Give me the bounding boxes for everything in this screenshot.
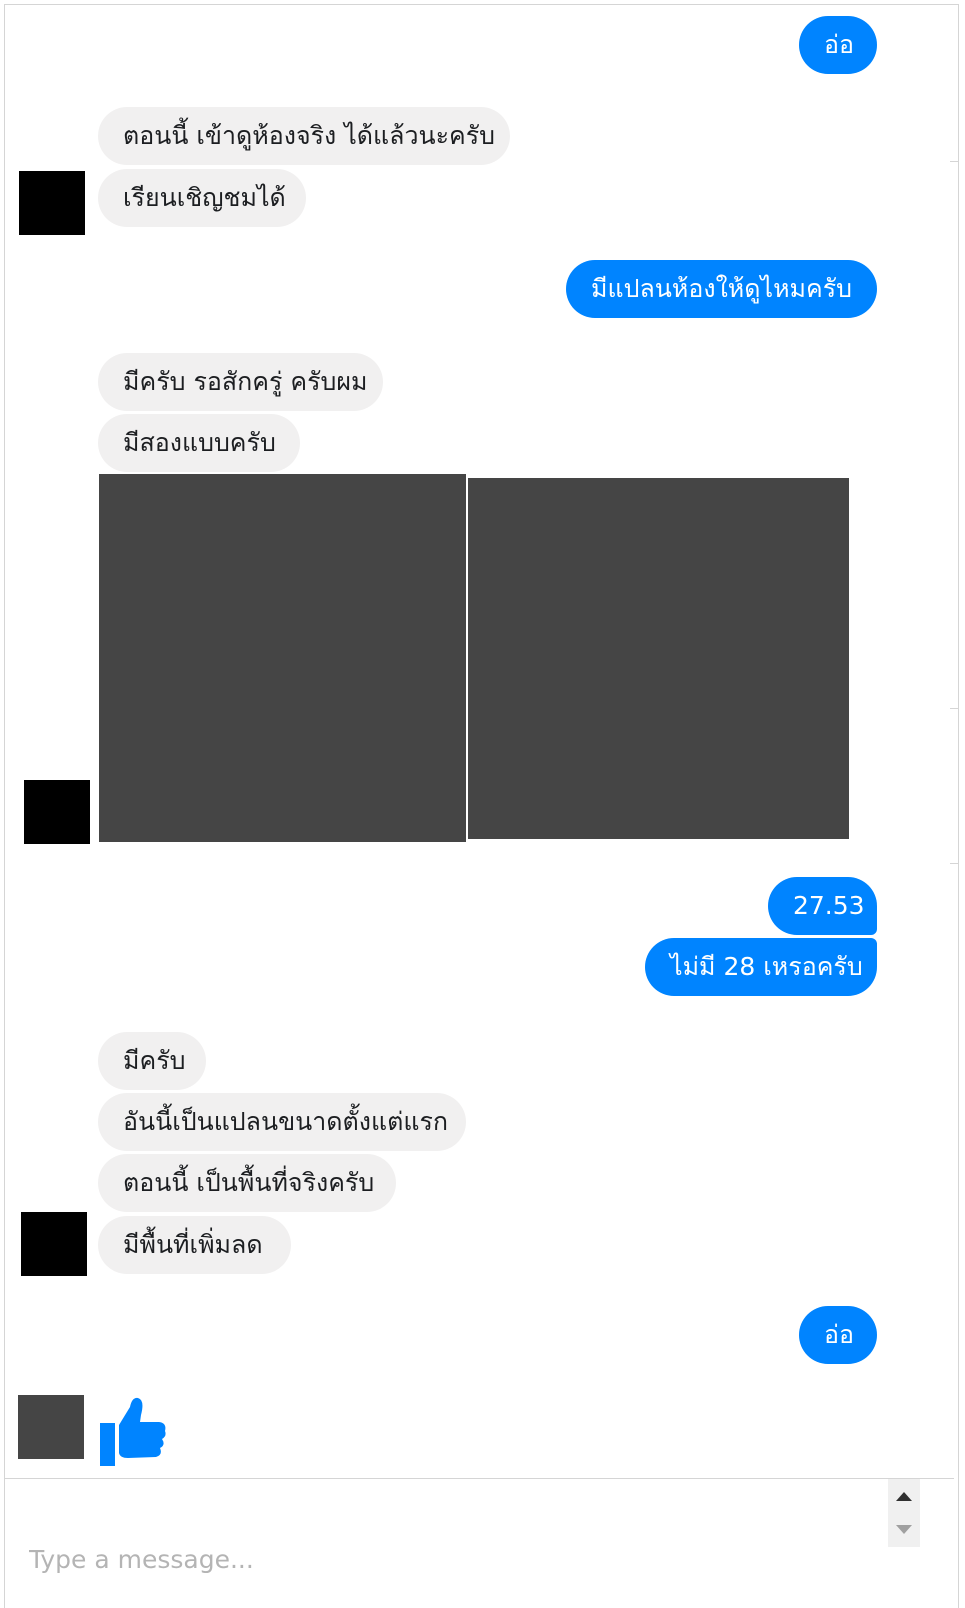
thumbs-up-icon[interactable] [100,1395,166,1467]
shared-image[interactable] [99,474,466,842]
incoming-message[interactable]: มีสองแบบครับ [98,414,300,472]
composer-scrollbar[interactable] [888,1479,920,1547]
incoming-message[interactable]: ตอนนี้ เป็นพื้นที่จริงครับ [98,1154,396,1212]
incoming-message[interactable]: มีพื้นที่เพิ่มลด [98,1216,291,1274]
scroll-up-icon[interactable] [896,1492,912,1501]
outgoing-message[interactable]: อ่อ [799,1306,877,1364]
divider [950,708,958,709]
incoming-message[interactable]: เรียนเชิญชมได้ [98,169,306,227]
outgoing-message[interactable]: 27.53 [768,877,877,935]
divider [950,863,958,864]
incoming-message[interactable]: มีครับ [98,1032,206,1090]
sender-avatar[interactable] [24,780,90,844]
outgoing-message[interactable]: มีแปลนห้องให้ดูไหมครับ [566,260,877,318]
incoming-message[interactable]: อันนี้เป็นแปลนขนาดตั้งแต่แรก [98,1093,466,1151]
scroll-down-icon[interactable] [896,1525,912,1534]
incoming-message[interactable]: มีครับ รอสักครู่ ครับผม [98,353,383,411]
outgoing-message[interactable]: ไม่มี 28 เหรอครับ [645,938,877,996]
sender-avatar[interactable] [18,1395,84,1459]
incoming-message[interactable]: ตอนนี้ เข้าดูห้องจริง ได้แล้วนะครับ [98,107,510,165]
divider [950,161,958,162]
outgoing-message[interactable]: อ่อ [799,16,877,74]
message-composer [5,1478,954,1608]
message-input[interactable] [5,1479,885,1608]
sender-avatar[interactable] [21,1212,87,1276]
sender-avatar[interactable] [19,171,85,235]
shared-image[interactable] [468,478,849,839]
